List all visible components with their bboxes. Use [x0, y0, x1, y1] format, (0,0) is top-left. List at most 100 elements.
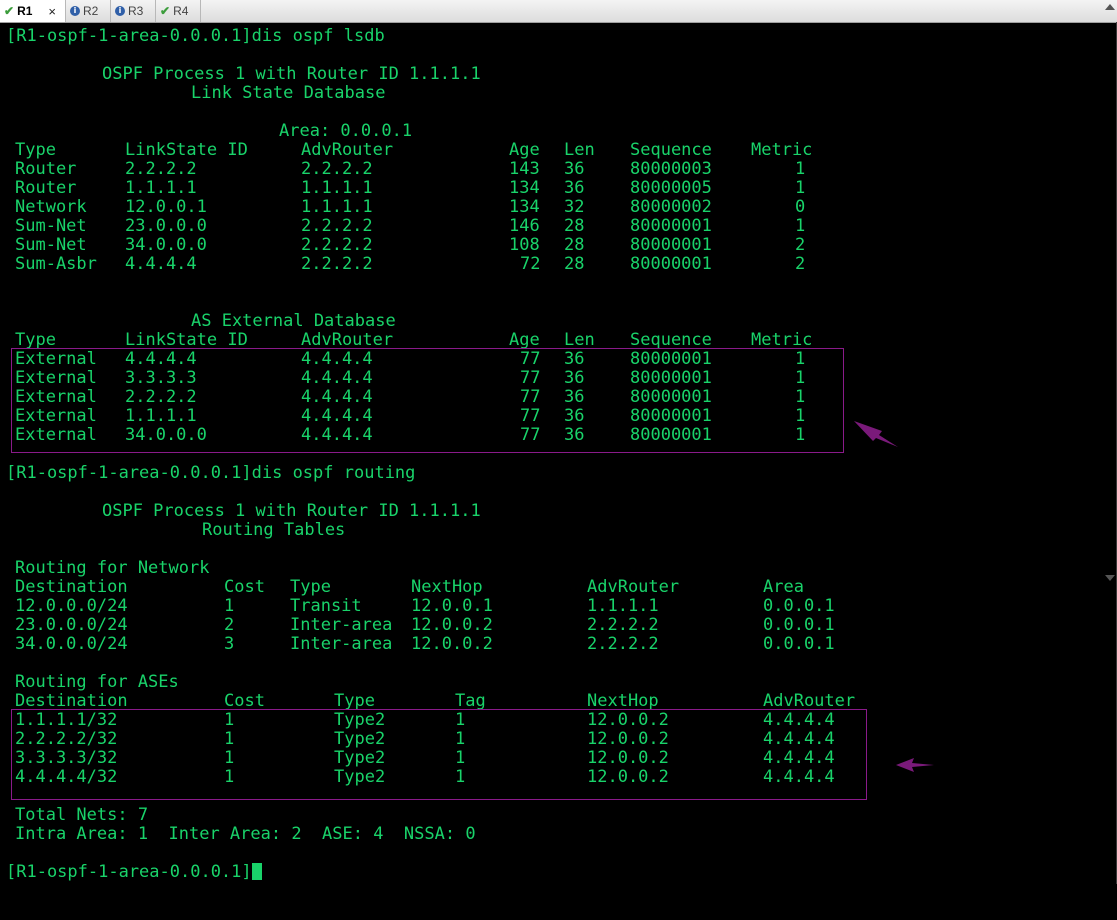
column-header: AdvRouter	[587, 577, 680, 597]
cell-destination: 12.0.0.0/24	[15, 596, 128, 616]
cell-advrouter: 1.1.1.1	[587, 596, 659, 616]
column-header: Metric	[751, 140, 813, 160]
cell-type: Sum-Asbr	[15, 254, 97, 274]
highlight-box-ase	[11, 348, 844, 453]
tab-label: R1	[17, 4, 33, 18]
close-icon[interactable]: ×	[48, 4, 56, 19]
area-summary: Intra Area: 1 Inter Area: 2 ASE: 4 NSSA:…	[15, 824, 476, 844]
info-icon: i	[70, 6, 80, 16]
cell-type: Sum-Net	[15, 216, 87, 236]
net-row: 12.0.0.0/24 1 Transit 12.0.0.1 1.1.1.1 0…	[6, 597, 835, 616]
cell-metric: 2	[795, 235, 806, 255]
cell-area: 0.0.0.1	[763, 596, 835, 616]
tab-r2[interactable]: i R2	[66, 0, 111, 22]
cell-sequence: 80000001	[630, 254, 712, 274]
prompt-line[interactable]: [R1-ospf-1-area-0.0.0.1]	[6, 863, 262, 882]
command-line: [R1-ospf-1-area-0.0.0.1]dis ospf lsdb	[6, 26, 385, 46]
check-icon: ✔	[4, 4, 15, 18]
column-header: Type	[290, 577, 331, 597]
command-line: [R1-ospf-1-area-0.0.0.1]dis ospf routing	[6, 463, 416, 483]
column-header: Type	[15, 140, 56, 160]
cell-nexthop: 12.0.0.2	[411, 634, 493, 654]
cell-age: 143	[509, 159, 540, 179]
lsdb-row: Router 1.1.1.1 1.1.1.1 134 36 80000005 1	[6, 179, 805, 198]
cell-linkstate-id: 2.2.2.2	[125, 159, 197, 179]
cell-advrouter: 2.2.2.2	[587, 634, 659, 654]
column-header: Destination	[15, 577, 128, 597]
tab-r3[interactable]: i R3	[111, 0, 156, 22]
cell-metric: 0	[795, 197, 806, 217]
column-header: Age	[509, 140, 540, 160]
lsdb-row: Sum-Asbr 4.4.4.4 2.2.2.2 72 28 80000001 …	[6, 255, 805, 274]
cell-len: 36	[564, 159, 585, 179]
cell-advrouter: 2.2.2.2	[301, 216, 373, 236]
column-header: Sequence	[630, 140, 712, 160]
cell-len: 32	[564, 197, 585, 217]
cell-age: 134	[509, 197, 540, 217]
cell-cost: 1	[224, 596, 235, 616]
session-tab-bar: ✔ R1 × i R2 i R3 ✔ R4	[0, 0, 1117, 23]
cell-type: Router	[15, 159, 77, 179]
cell-destination: 34.0.0.0/24	[15, 634, 128, 654]
tab-r4[interactable]: ✔ R4	[156, 0, 201, 22]
cell-sequence: 80000001	[630, 235, 712, 255]
cell-advrouter: 2.2.2.2	[301, 235, 373, 255]
net-row: 23.0.0.0/24 2 Inter-area 12.0.0.2 2.2.2.…	[6, 616, 835, 635]
cell-cost: 2	[224, 615, 235, 635]
cell-len: 28	[564, 216, 585, 236]
tab-label: R3	[128, 4, 144, 18]
lsdb-title: Link State Database	[191, 83, 386, 103]
cell-nexthop: 12.0.0.2	[411, 615, 493, 635]
net-section-title: Routing for Network	[15, 558, 210, 578]
cell-sequence: 80000002	[630, 197, 712, 217]
cell-linkstate-id: 1.1.1.1	[125, 178, 197, 198]
cell-advrouter: 2.2.2.2	[301, 254, 373, 274]
tab-label: R2	[83, 4, 99, 18]
cell-sequence: 80000003	[630, 159, 712, 179]
cell-advrouter: 1.1.1.1	[301, 197, 373, 217]
cell-sequence: 80000005	[630, 178, 712, 198]
cell-metric: 1	[795, 216, 806, 236]
area-label: Area: 0.0.0.1	[279, 121, 413, 141]
cell-sequence: 80000001	[630, 216, 712, 236]
column-header: Cost	[224, 577, 265, 597]
cell-age: 134	[509, 178, 540, 198]
cell-age: 72	[520, 254, 541, 274]
cell-metric: 2	[795, 254, 806, 274]
cell-linkstate-id: 4.4.4.4	[125, 254, 197, 274]
lsdb-row: Sum-Net 34.0.0.0 2.2.2.2 108 28 80000001…	[6, 236, 805, 255]
tab-r1[interactable]: ✔ R1 ×	[0, 0, 66, 22]
lsdb-column-header: Type LinkState ID AdvRouter Age Len Sequ…	[6, 141, 812, 160]
column-header: NextHop	[411, 577, 483, 597]
column-header: Area	[763, 577, 804, 597]
cell-type: Network	[15, 197, 87, 217]
lsdb-row: Router 2.2.2.2 2.2.2.2 143 36 80000003 1	[6, 160, 805, 179]
cell-len: 28	[564, 235, 585, 255]
net-column-header: Destination Cost Type NextHop AdvRouter …	[6, 578, 804, 597]
cell-age: 108	[509, 235, 540, 255]
ase-title: AS External Database	[191, 311, 396, 331]
scroll-down-icon[interactable]	[1105, 575, 1115, 581]
cell-type: Sum-Net	[15, 235, 87, 255]
cell-len: 28	[564, 254, 585, 274]
column-header: LinkState ID	[125, 140, 248, 160]
cell-age: 146	[509, 216, 540, 236]
cell-area: 0.0.0.1	[763, 634, 835, 654]
cell-linkstate-id: 23.0.0.0	[125, 216, 207, 236]
cell-type: Router	[15, 178, 77, 198]
lsdb-row: Network 12.0.0.1 1.1.1.1 134 32 80000002…	[6, 198, 805, 217]
cell-type: Transit	[290, 596, 362, 616]
text-cursor	[251, 863, 262, 880]
scroll-up-icon[interactable]	[1105, 4, 1115, 10]
total-nets: Total Nets: 7	[15, 805, 149, 825]
cell-metric: 1	[795, 178, 806, 198]
cell-type: Inter-area	[290, 615, 393, 635]
check-icon: ✔	[160, 4, 171, 18]
cell-advrouter: 2.2.2.2	[587, 615, 659, 635]
prompt: [R1-ospf-1-area-0.0.0.1]	[6, 862, 252, 882]
cell-advrouter: 1.1.1.1	[301, 178, 373, 198]
arrow-icon	[854, 421, 898, 447]
info-icon: i	[115, 6, 125, 16]
routing-title: Routing Tables	[202, 520, 346, 540]
cell-destination: 23.0.0.0/24	[15, 615, 128, 635]
